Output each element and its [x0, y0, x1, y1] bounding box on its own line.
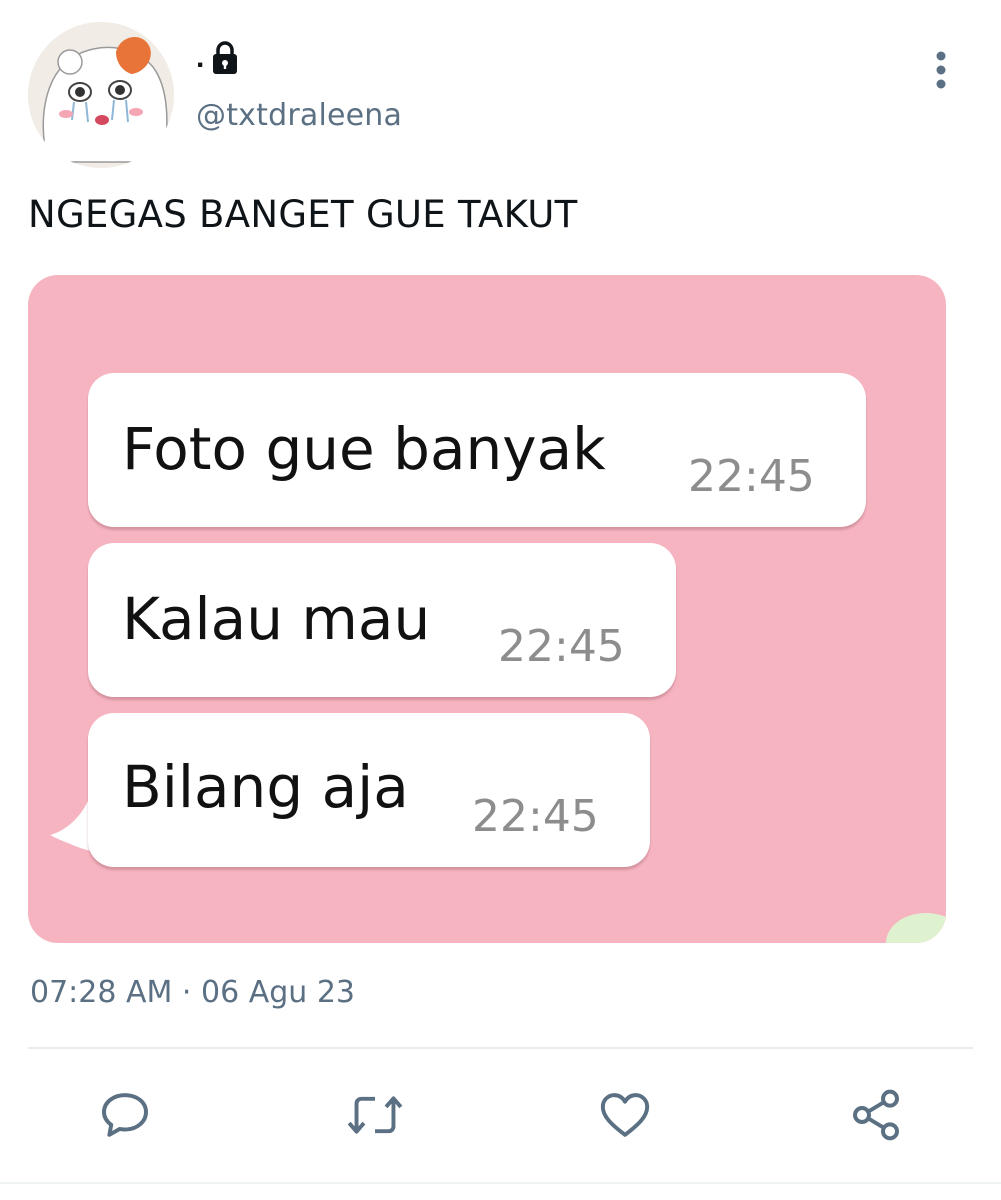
author-handle[interactable]: @txtdraleena: [196, 98, 402, 133]
reply-icon: [102, 1093, 148, 1137]
chat-message-time: 22:45: [472, 791, 599, 842]
share-icon: [853, 1089, 899, 1141]
green-bubble-edge: [886, 913, 946, 943]
like-button[interactable]: [595, 1085, 655, 1145]
chat-bubble: Kalau mau 22:45: [88, 543, 676, 697]
retweet-button[interactable]: [345, 1085, 405, 1145]
tweet-timestamp[interactable]: 07:28 AM · 06 Agu 23: [30, 975, 355, 1010]
chat-message-text: Kalau mau: [122, 585, 431, 653]
chat-message-text: Foto gue banyak: [122, 415, 606, 483]
share-button[interactable]: [846, 1085, 906, 1145]
tweet-media-image[interactable]: Foto gue banyak 22:45 Kalau mau 22:45 Bi…: [28, 275, 946, 943]
display-name: .: [196, 41, 205, 74]
crying-hamster-avatar-icon: [28, 22, 174, 168]
chat-message-text: Bilang aja: [122, 753, 409, 821]
reply-button[interactable]: [95, 1085, 155, 1145]
avatar[interactable]: [28, 22, 174, 168]
tweet-text: NGEGAS BANGET GUE TAKUT: [28, 193, 578, 236]
retweet-icon: [347, 1096, 403, 1134]
chat-message-time: 22:45: [688, 451, 815, 502]
heart-icon: [600, 1093, 650, 1137]
bottom-divider: [0, 1182, 1001, 1184]
lock-icon: [213, 41, 238, 74]
chat-bubble: Bilang aja 22:45: [88, 713, 650, 867]
divider: [28, 1047, 973, 1049]
chat-message-time: 22:45: [498, 621, 625, 672]
chat-bubble: Foto gue banyak 22:45: [88, 373, 866, 527]
author-name-row[interactable]: .: [196, 38, 240, 78]
more-options-icon[interactable]: [924, 48, 958, 92]
